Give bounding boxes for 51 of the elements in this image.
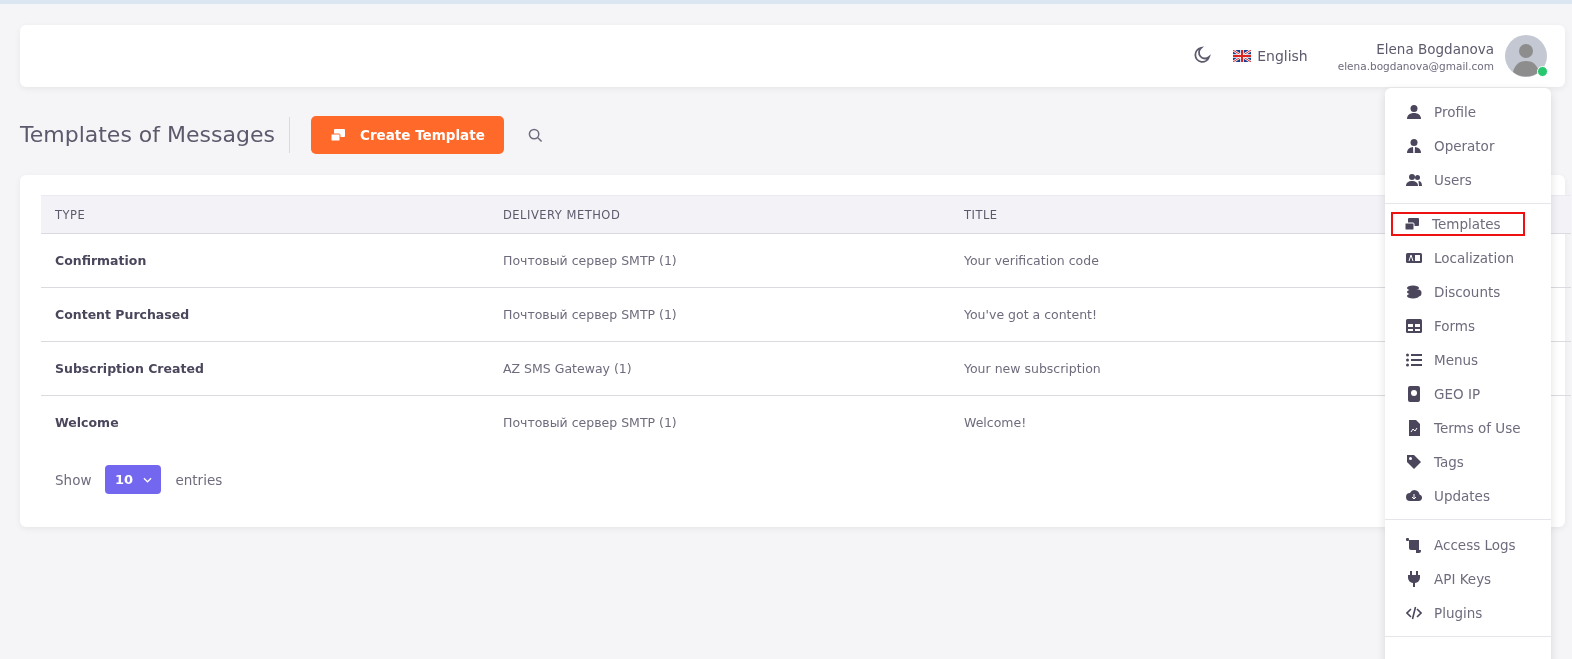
scroll-icon: [1406, 537, 1422, 553]
coins-icon: [1406, 284, 1422, 300]
avatar[interactable]: [1505, 35, 1547, 77]
menu-item[interactable]: Terms of Use: [1385, 411, 1545, 445]
list-icon: [1406, 352, 1422, 368]
moon-icon[interactable]: [1191, 46, 1212, 66]
menu-item[interactable]: Profile: [1385, 95, 1545, 129]
page-size-select[interactable]: 10: [105, 465, 162, 494]
envelopes-icon: [1404, 216, 1420, 232]
page-title: Templates of Messages: [20, 117, 290, 153]
menu-item[interactable]: API Keys: [1385, 562, 1545, 596]
users-icon: [1406, 172, 1422, 188]
entries-label: entries: [175, 471, 223, 488]
menu-item[interactable]: Menus: [1385, 343, 1545, 377]
search-icon[interactable]: [527, 127, 543, 143]
user-name: Elena Bogdanova: [1376, 40, 1494, 57]
create-template-button[interactable]: Create Template: [310, 116, 504, 154]
table-cell: AZ SMS Gateway (1): [489, 341, 950, 396]
table-cell: Content Purchased: [41, 287, 489, 342]
table-cell: Welcome: [41, 395, 489, 449]
table-cell: Confirmation: [41, 233, 489, 288]
menu-item[interactable]: Users: [1385, 163, 1545, 197]
table-cell: Почтовый сервер SMTP (1): [489, 233, 950, 288]
chevron-down-icon: [143, 476, 152, 483]
menu-item[interactable]: Localization: [1385, 241, 1545, 275]
document-icon: [1406, 420, 1422, 436]
user-icon: [1406, 104, 1422, 120]
user-email: elena.bogdanova@gmail.com: [1337, 59, 1494, 72]
plug-icon: [1406, 571, 1422, 587]
cloud-download-icon: [1406, 488, 1422, 504]
operator-icon: [1406, 138, 1422, 154]
code-icon: [1406, 605, 1422, 621]
passport-icon: [1406, 386, 1422, 402]
table-cell: Subscription Created: [41, 341, 489, 396]
menu-item[interactable]: Templates: [1391, 212, 1525, 236]
menu-item[interactable]: Forms: [1385, 309, 1545, 343]
menu-item[interactable]: Updates: [1385, 479, 1545, 513]
menu-item[interactable]: Operator: [1385, 129, 1545, 163]
menu-item[interactable]: Access Logs: [1385, 528, 1545, 562]
column-header[interactable]: DELIVERY METHOD: [489, 195, 950, 234]
column-header[interactable]: TYPE: [41, 195, 489, 234]
table-icon: [1406, 318, 1422, 334]
envelopes-icon: [330, 127, 347, 143]
table-cell: Почтовый сервер SMTP (1): [489, 395, 950, 449]
flag-icon: [1233, 50, 1252, 62]
table-cell: Почтовый сервер SMTP (1): [489, 287, 950, 342]
menu-item[interactable]: Plugins: [1385, 596, 1545, 630]
show-label: Show: [55, 471, 92, 488]
language-icon: [1406, 250, 1422, 266]
language-label[interactable]: English: [1257, 48, 1308, 64]
tag-icon: [1406, 454, 1422, 470]
